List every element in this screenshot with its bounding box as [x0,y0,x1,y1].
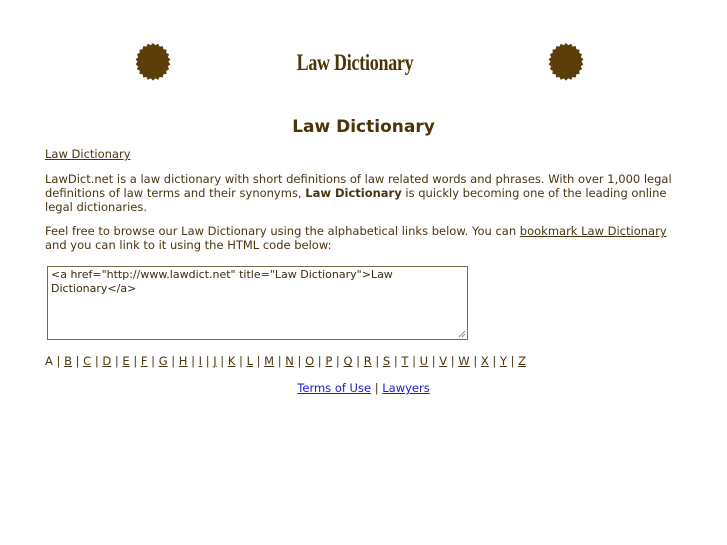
alphabet-separator: | [506,354,519,368]
alphabet-separator: | [332,354,344,368]
intro-bold: Law Dictionary [305,186,402,200]
alphabet-link-v[interactable]: V [439,354,447,368]
alphabet-separator: | [274,354,286,368]
lawyers-link[interactable]: Lawyers [382,381,429,395]
alphabet-current: A [45,354,53,368]
alphabet-separator: | [371,354,383,368]
alphabet-separator: | [390,354,402,368]
alphabet-link-e[interactable]: E [122,354,129,368]
alphabet-link-y[interactable]: Y [500,354,507,368]
alphabet-separator: | [52,354,65,368]
alphabet-nav: A | B | C | D | E | F | G | H | I | J | … [45,354,526,368]
alphabet-separator: | [447,354,459,368]
alphabet-separator: | [91,354,103,368]
alphabet-separator: | [129,354,141,368]
alphabet-links: | B | C | D | E | F | G | H | I | J | K … [52,354,527,368]
link-code-textarea[interactable]: <a href="http://www.lawdict.net" title="… [47,266,468,340]
bookmark-link[interactable]: bookmark Law Dictionary [520,224,667,238]
browse-text-after: and you can link to it using the HTML co… [45,238,332,252]
alphabet-separator: | [235,354,247,368]
seal-shape [135,43,171,81]
page: Law Dictionary Law Dictionary Law Dictio… [0,0,727,545]
alphabet-separator: | [488,354,500,368]
alphabet-link-g[interactable]: G [159,354,168,368]
alphabet-link-d[interactable]: D [102,354,111,368]
intro-paragraph: LawDict.net is a law dictionary with sho… [45,172,685,214]
seal-icon [135,43,171,81]
seal-icon [548,43,584,81]
footer-separator: | [371,381,383,395]
alphabet-link-c[interactable]: C [83,354,91,368]
browse-text-before: Feel free to browse our Law Dictionary u… [45,224,520,238]
alphabet-separator: | [469,354,481,368]
page-title: Law Dictionary [292,117,435,137]
link-code-text: <a href="http://www.lawdict.net" title="… [51,268,393,295]
alphabet-link-w[interactable]: W [458,354,469,368]
alphabet-separator: | [71,354,84,368]
alphabet-separator: | [252,354,265,368]
alphabet-separator: | [147,354,159,368]
alphabet-separator: | [187,354,199,368]
site-logo[interactable]: Law Dictionary [265,50,444,76]
alphabet-separator: | [111,354,123,368]
alphabet-separator: | [167,354,179,368]
alphabet-link-n[interactable]: N [285,354,294,368]
alphabet-separator: | [352,354,364,368]
alphabet-link-o[interactable]: O [305,354,314,368]
alphabet-separator: | [314,354,326,368]
alphabet-link-x[interactable]: X [481,354,489,368]
alphabet-link-f[interactable]: F [141,354,148,368]
alphabet-link-u[interactable]: U [420,354,428,368]
alphabet-separator: | [216,354,228,368]
resize-handle-icon[interactable] [458,330,466,338]
terms-link[interactable]: Terms of Use [297,381,371,395]
alphabet-link-q[interactable]: Q [343,354,352,368]
alphabet-link-m[interactable]: M [264,354,274,368]
breadcrumb: Law Dictionary [45,147,131,161]
seal-shape [548,43,584,81]
breadcrumb-link[interactable]: Law Dictionary [45,147,131,161]
alphabet-link-r[interactable]: R [364,354,372,368]
footer: Terms of Use | Lawyers [0,381,727,395]
browse-paragraph: Feel free to browse our Law Dictionary u… [45,224,685,252]
alphabet-separator: | [293,354,306,368]
alphabet-separator: | [428,354,440,368]
alphabet-separator: | [408,354,420,368]
alphabet-link-z[interactable]: Z [518,354,526,368]
alphabet-separator: | [202,354,214,368]
alphabet-link-b[interactable]: B [64,354,72,368]
